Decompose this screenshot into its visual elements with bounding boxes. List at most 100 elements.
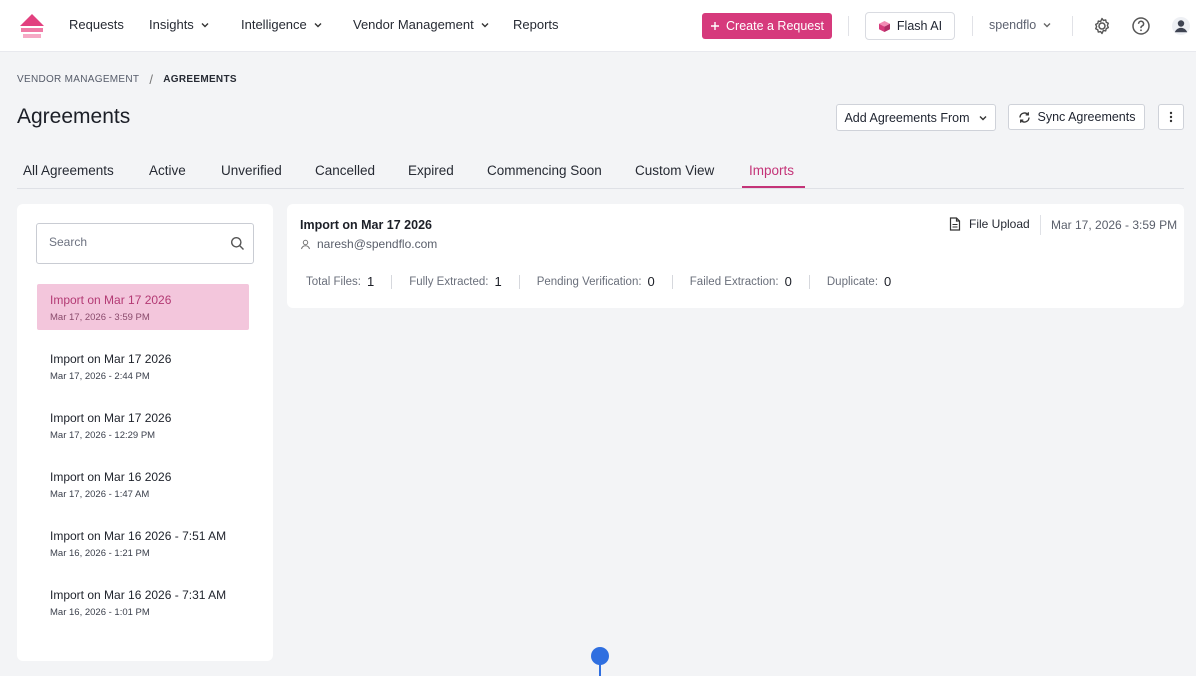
- stat-total-files: Total Files: 1: [306, 274, 374, 289]
- stat-failed-extraction: Failed Extraction: 0: [690, 274, 792, 289]
- location-marker-stem: [599, 664, 601, 676]
- import-list-item[interactable]: Import on Mar 17 2026 Mar 17, 2026 - 2:4…: [37, 343, 249, 389]
- divider: [391, 274, 393, 289]
- nav-requests[interactable]: Requests: [69, 17, 124, 32]
- tab-unverified[interactable]: Unverified: [221, 163, 282, 178]
- tab-custom-view[interactable]: Custom View: [635, 163, 714, 178]
- nav-intelligence[interactable]: Intelligence: [241, 17, 323, 32]
- user-icon: [301, 239, 310, 249]
- stat-pending-verification: Pending Verification: 0: [537, 274, 655, 289]
- org-switcher[interactable]: spendflo: [989, 18, 1052, 32]
- agreements-tabs: All Agreements Active Unverified Cancell…: [17, 150, 1184, 189]
- import-list-item[interactable]: Import on Mar 17 2026 Mar 17, 2026 - 3:5…: [37, 284, 249, 330]
- divider: [808, 274, 810, 289]
- top-nav: Requests Insights Intelligence Vendor Ma…: [0, 0, 1196, 52]
- nav-insights[interactable]: Insights: [149, 17, 210, 32]
- flash-ai-button[interactable]: Flash AI: [865, 12, 955, 40]
- chevron-down-icon: [314, 22, 322, 27]
- chevron-down-icon: [1043, 23, 1051, 28]
- import-list-item[interactable]: Import on Mar 17 2026 Mar 17, 2026 - 12:…: [37, 402, 249, 448]
- stat-value: 1: [366, 274, 375, 289]
- kebab-menu-icon: [1169, 111, 1173, 123]
- stat-label: Pending Verification:: [536, 275, 642, 288]
- import-source-label: File Upload: [969, 217, 1030, 231]
- import-detail-email: naresh@spendflo.com: [317, 237, 438, 251]
- import-detail-card: Import on Mar 17 2026 naresh@spendflo.co…: [287, 204, 1184, 308]
- import-item-title: Import on Mar 17 2026: [50, 293, 172, 307]
- avatar-icon[interactable]: [1171, 16, 1191, 36]
- create-request-button[interactable]: Create a Request: [702, 13, 832, 39]
- stat-value: 0: [784, 274, 792, 289]
- import-item-date: Mar 16, 2026 - 1:21 PM: [50, 548, 150, 559]
- divider: [1040, 215, 1041, 235]
- org-name: spendflo: [989, 18, 1037, 32]
- nav-vendor-management[interactable]: Vendor Management: [353, 17, 490, 32]
- tab-imports[interactable]: Imports: [749, 163, 794, 178]
- search-input[interactable]: [49, 235, 219, 249]
- file-icon: [949, 217, 961, 231]
- breadcrumb: VENDOR MANAGEMENT / AGREEMENTS: [17, 72, 237, 87]
- stat-label: Duplicate:: [826, 275, 879, 288]
- import-list-item[interactable]: Import on Mar 16 2026 Mar 17, 2026 - 1:4…: [37, 461, 249, 507]
- sync-agreements-button[interactable]: Sync Agreements: [1008, 104, 1145, 130]
- import-list-item[interactable]: Import on Mar 16 2026 - 7:51 AM Mar 16, …: [37, 520, 249, 566]
- breadcrumb-current: AGREEMENTS: [163, 74, 237, 85]
- cube-icon: [878, 20, 890, 32]
- sync-icon: [1018, 111, 1030, 123]
- import-item-title: Import on Mar 17 2026: [50, 352, 172, 366]
- nav-vendor-management-label: Vendor Management: [353, 17, 474, 32]
- chevron-down-icon: [201, 22, 209, 27]
- import-detail-title: Import on Mar 17 2026: [300, 218, 432, 232]
- import-list-item[interactable]: Import on Mar 16 2026 - 7:31 AM Mar 16, …: [37, 579, 249, 625]
- tab-all-agreements[interactable]: All Agreements: [23, 163, 114, 178]
- add-agreements-label: Add Agreements From: [844, 110, 970, 125]
- location-marker[interactable]: [591, 647, 609, 665]
- stat-value: 1: [494, 274, 502, 289]
- search-box[interactable]: [36, 223, 254, 264]
- add-agreements-from-button[interactable]: Add Agreements From: [836, 104, 996, 131]
- sync-agreements-label: Sync Agreements: [1037, 110, 1136, 124]
- nav-requests-label: Requests: [69, 17, 124, 32]
- tab-cancelled[interactable]: Cancelled: [315, 163, 375, 178]
- import-item-title: Import on Mar 16 2026: [50, 470, 172, 484]
- chevron-down-icon: [979, 115, 987, 120]
- divider: [972, 16, 973, 36]
- import-item-title: Import on Mar 16 2026 - 7:51 AM: [50, 529, 227, 543]
- plus-icon: [711, 22, 719, 30]
- divider: [671, 274, 673, 289]
- help-icon[interactable]: [1131, 16, 1151, 36]
- active-tab-indicator: [742, 186, 805, 188]
- gear-icon[interactable]: [1092, 16, 1112, 36]
- breadcrumb-vendor-management[interactable]: VENDOR MANAGEMENT: [17, 74, 139, 85]
- chevron-down-icon: [481, 22, 489, 27]
- flash-ai-label: Flash AI: [896, 19, 943, 33]
- nav-reports-label: Reports: [513, 17, 559, 32]
- import-item-date: Mar 17, 2026 - 3:59 PM: [50, 312, 150, 323]
- tab-expired[interactable]: Expired: [408, 163, 454, 178]
- import-detail-user: naresh@spendflo.com: [300, 237, 437, 251]
- tab-active[interactable]: Active: [149, 163, 186, 178]
- stat-fully-extracted: Fully Extracted: 1: [409, 274, 501, 289]
- nav-intelligence-label: Intelligence: [241, 17, 307, 32]
- import-item-date: Mar 17, 2026 - 1:47 AM: [50, 489, 150, 500]
- breadcrumb-separator: /: [149, 72, 154, 87]
- nav-reports[interactable]: Reports: [513, 17, 559, 32]
- nav-insights-label: Insights: [149, 17, 194, 32]
- import-item-date: Mar 16, 2026 - 1:01 PM: [50, 607, 150, 618]
- tab-commencing-soon[interactable]: Commencing Soon: [487, 163, 602, 178]
- import-item-title: Import on Mar 16 2026 - 7:31 AM: [50, 588, 227, 602]
- stat-value: 0: [647, 274, 655, 289]
- import-item-date: Mar 17, 2026 - 12:29 PM: [50, 430, 156, 441]
- imports-list-panel: Import on Mar 17 2026 Mar 17, 2026 - 3:5…: [17, 204, 273, 661]
- divider: [848, 16, 849, 36]
- stat-value: 0: [884, 274, 892, 289]
- divider: [518, 274, 520, 289]
- import-item-title: Import on Mar 17 2026: [50, 411, 172, 425]
- more-options-button[interactable]: [1158, 104, 1184, 130]
- stat-label: Fully Extracted:: [409, 275, 489, 288]
- divider: [1072, 16, 1073, 36]
- stat-duplicate: Duplicate: 0: [827, 274, 891, 289]
- import-detail-date: Mar 17, 2026 - 3:59 PM: [1051, 218, 1178, 232]
- spendflo-logo-icon[interactable]: [18, 13, 46, 39]
- search-icon[interactable]: [230, 236, 245, 251]
